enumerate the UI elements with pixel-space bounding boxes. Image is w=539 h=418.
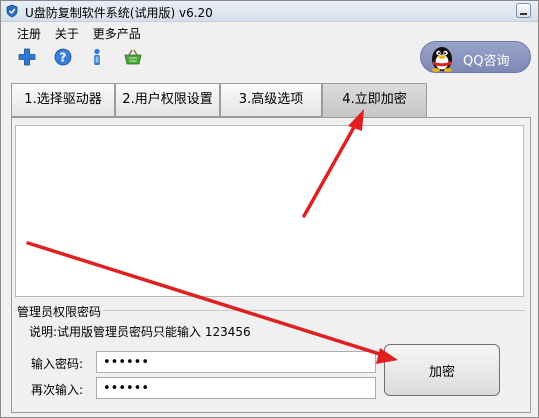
menu-more-products[interactable]: 更多产品 bbox=[93, 25, 141, 42]
menu-bar: 注册 关于 更多产品 bbox=[17, 25, 151, 41]
confirm-password-field[interactable] bbox=[96, 377, 376, 399]
password-group-title: 管理员权限密码 bbox=[17, 303, 104, 320]
title-bar[interactable]: U盘防复制软件系统(试用版) v6.20 bbox=[1, 1, 538, 22]
tab-bar: 1.选择驱动器 2.用户权限设置 3.高级选项 4.立即加密 bbox=[11, 83, 531, 117]
tab-advanced-options[interactable]: 3.高级选项 bbox=[220, 83, 322, 117]
plus-icon[interactable] bbox=[17, 47, 37, 67]
minimize-button[interactable] bbox=[516, 3, 531, 18]
menu-register[interactable]: 注册 bbox=[17, 25, 41, 42]
svg-text:?: ? bbox=[60, 51, 67, 65]
password-field[interactable] bbox=[96, 351, 376, 373]
password-label: 输入密码: bbox=[31, 357, 84, 371]
tab-user-permissions[interactable]: 2.用户权限设置 bbox=[115, 83, 220, 117]
app-window: U盘防复制软件系统(试用版) v6.20 注册 关于 更多产品 ? QQ咨询 1… bbox=[0, 0, 539, 418]
tab-encrypt-now[interactable]: 4.立即加密 bbox=[322, 83, 427, 117]
help-icon[interactable]: ? bbox=[53, 47, 73, 67]
window-title: U盘防复制软件系统(试用版) v6.20 bbox=[25, 6, 213, 20]
shield-app-icon bbox=[6, 4, 18, 18]
info-icon[interactable] bbox=[87, 47, 107, 67]
output-log-area[interactable] bbox=[15, 125, 524, 297]
encrypt-button[interactable]: 加密 bbox=[384, 344, 500, 396]
password-hint: 说明:试用版管理员密码只能输入 123456 bbox=[29, 325, 251, 339]
basket-icon[interactable] bbox=[123, 47, 143, 67]
tab-select-drive[interactable]: 1.选择驱动器 bbox=[11, 83, 115, 117]
menu-about[interactable]: 关于 bbox=[55, 25, 79, 42]
qq-consult-label: QQ咨询 bbox=[463, 54, 510, 69]
confirm-password-label: 再次输入: bbox=[31, 383, 84, 397]
qq-consult-button[interactable]: QQ咨询 bbox=[420, 41, 531, 73]
qq-penguin-icon bbox=[432, 47, 452, 72]
